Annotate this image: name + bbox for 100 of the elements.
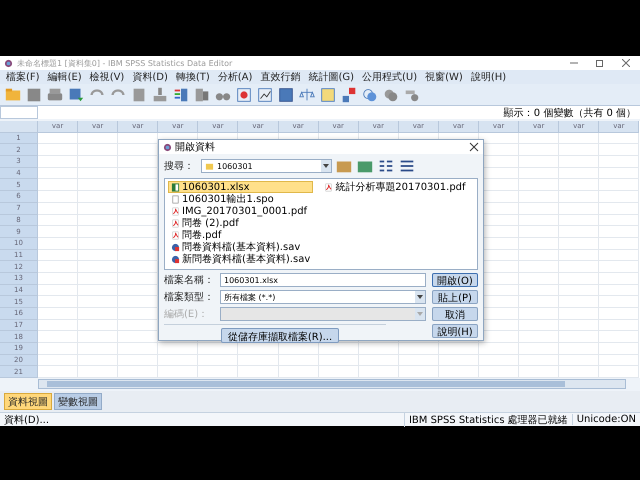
table-cell[interactable]: [78, 343, 118, 355]
close-icon[interactable]: [622, 59, 630, 67]
file-item[interactable]: 1060301輸出1.spo: [168, 193, 314, 205]
table-cell[interactable]: [519, 202, 560, 214]
table-cell[interactable]: [38, 331, 78, 344]
menu-item[interactable]: 檢視(V): [86, 70, 128, 84]
table-cell[interactable]: [78, 366, 118, 378]
table-cell[interactable]: [559, 144, 600, 156]
table-cell[interactable]: [559, 202, 600, 214]
view-tab[interactable]: 資料視圖: [4, 393, 52, 410]
close-button[interactable]: [469, 142, 479, 152]
view-tab[interactable]: 變數視圖: [54, 393, 102, 410]
table-cell[interactable]: [599, 261, 640, 273]
column-grid-icon[interactable]: [277, 86, 295, 104]
table-cell[interactable]: [559, 132, 600, 144]
file-item[interactable]: 問卷資料檔(基本資料).sav: [168, 241, 314, 253]
table-cell[interactable]: [519, 214, 560, 226]
file-item[interactable]: 問卷 (2).pdf: [168, 217, 314, 229]
file-item[interactable]: 問卷.pdf: [168, 229, 314, 241]
table-cell[interactable]: [519, 296, 560, 308]
table-cell[interactable]: [398, 343, 439, 355]
scale-icon[interactable]: [298, 86, 316, 104]
table-cell[interactable]: [479, 343, 520, 355]
table-cell[interactable]: [559, 214, 600, 226]
table-cell[interactable]: [78, 261, 118, 273]
table-cell[interactable]: [38, 238, 78, 250]
table-cell[interactable]: [599, 156, 640, 168]
table-cell[interactable]: [519, 331, 560, 344]
split-page-icon[interactable]: [193, 86, 211, 104]
table-cell[interactable]: [158, 354, 198, 366]
dropdown-field[interactable]: 所有檔案 (*.*): [220, 290, 426, 304]
table-cell[interactable]: [519, 272, 560, 285]
table-cell[interactable]: [78, 168, 118, 180]
table-cell[interactable]: [599, 296, 640, 308]
table-cell[interactable]: [519, 168, 560, 180]
table-cell[interactable]: [599, 354, 640, 366]
table-cell[interactable]: [599, 202, 640, 214]
table-cell[interactable]: [599, 132, 640, 144]
table-cell[interactable]: [559, 168, 600, 180]
menu-item[interactable]: 說明(H): [466, 70, 510, 84]
table-cell[interactable]: [278, 366, 319, 378]
table-cell[interactable]: [559, 261, 600, 273]
table-cell[interactable]: [38, 272, 78, 285]
retrieve-from-repository-button[interactable]: 從儲存庫擷取檔案(R)...: [220, 328, 340, 343]
table-cell[interactable]: [38, 132, 78, 144]
table-cell[interactable]: [38, 354, 78, 366]
menu-item[interactable]: 分析(A): [214, 70, 256, 84]
table-cell[interactable]: [38, 308, 78, 320]
bar-down-icon[interactable]: [151, 86, 169, 104]
table-cell[interactable]: [519, 238, 560, 250]
table-arrow-icon[interactable]: [67, 86, 85, 104]
table-cell[interactable]: [599, 343, 640, 355]
table-cell[interactable]: [118, 343, 158, 355]
table-cell[interactable]: [38, 261, 78, 273]
table-cell[interactable]: [78, 214, 118, 226]
table-cell[interactable]: [519, 132, 560, 144]
table-cell[interactable]: [78, 250, 118, 262]
menu-item[interactable]: 轉換(T): [172, 70, 214, 84]
table-cell[interactable]: [38, 156, 78, 168]
table-cell[interactable]: [38, 202, 78, 214]
table-cell[interactable]: [559, 366, 600, 378]
table-cell[interactable]: [519, 261, 560, 273]
label-value-icon[interactable]: [340, 86, 358, 104]
printer-icon[interactable]: [46, 86, 64, 104]
table-cell[interactable]: [318, 366, 359, 378]
table-cell[interactable]: [38, 284, 78, 296]
table-cell[interactable]: [519, 250, 560, 262]
table-cell[interactable]: [38, 366, 78, 378]
table-cell[interactable]: [519, 156, 560, 168]
table-cell[interactable]: [519, 354, 560, 366]
menu-item[interactable]: 公用程式(U): [358, 70, 422, 84]
table-cell[interactable]: [519, 226, 560, 238]
table-cell[interactable]: [358, 366, 399, 378]
color-list-icon[interactable]: [172, 86, 190, 104]
table-cell[interactable]: [599, 284, 640, 296]
table-cell[interactable]: [78, 354, 118, 366]
table-cell[interactable]: [438, 354, 480, 366]
menu-item[interactable]: 統計圖(G): [304, 70, 358, 84]
menu-item[interactable]: 檔案(F): [2, 70, 44, 84]
table-cell[interactable]: [559, 320, 600, 332]
table-cell[interactable]: [398, 366, 439, 378]
table-cell[interactable]: [38, 343, 78, 355]
table-cell[interactable]: [438, 343, 480, 355]
table-cell[interactable]: [599, 238, 640, 250]
table-cell[interactable]: [559, 296, 600, 308]
table-cell[interactable]: [78, 132, 118, 144]
table-cell[interactable]: [78, 191, 118, 203]
table-cell[interactable]: [599, 168, 640, 180]
table-cell[interactable]: [78, 272, 118, 285]
table-cell[interactable]: [479, 354, 520, 366]
look-in-dropdown[interactable]: 1060301: [201, 159, 332, 173]
table-cell[interactable]: [118, 354, 158, 366]
grid-chart-icon[interactable]: [256, 86, 274, 104]
table-cell[interactable]: [38, 168, 78, 180]
dialog-button[interactable]: 取消: [432, 307, 478, 321]
restore-icon[interactable]: [596, 59, 604, 67]
table-cell[interactable]: [519, 179, 560, 192]
table-cell[interactable]: [38, 144, 78, 156]
menu-item[interactable]: 資料(D): [128, 70, 172, 84]
menu-item[interactable]: 視窗(W): [421, 70, 467, 84]
